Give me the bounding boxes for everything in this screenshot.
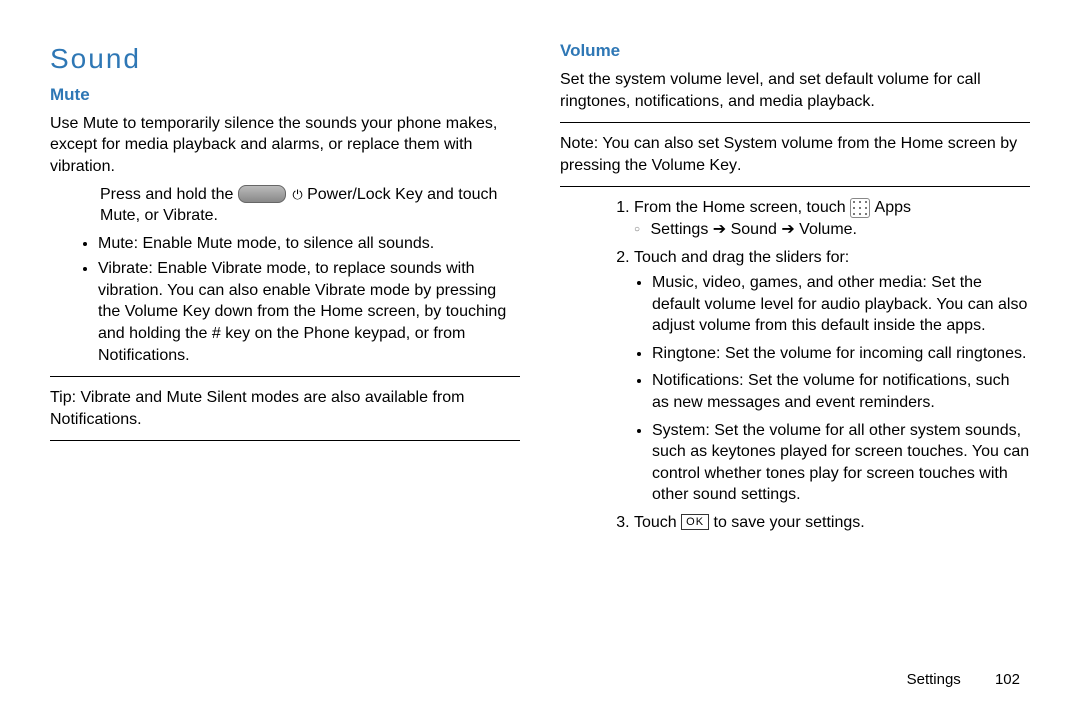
- section-heading-sound: Sound: [50, 40, 520, 78]
- page-footer: Settings 102: [907, 670, 1020, 690]
- tip-line: Tip: Vibrate and Mute Silent modes are a…: [50, 387, 520, 430]
- slider-notifications: Notifications: Set the volume for notifi…: [652, 370, 1030, 413]
- footer-section: Settings: [907, 671, 961, 688]
- power-icon: ⏻: [292, 186, 302, 204]
- footer-page-number: 102: [995, 671, 1020, 688]
- subsection-mute: Mute: [50, 84, 520, 107]
- step-1: From the Home screen, touch Apps ○ Setti…: [634, 197, 1030, 240]
- mute-intro: Use Mute to temporarily silence the soun…: [50, 113, 520, 178]
- mute-press-line: Press and hold the ⏻ Power/Lock Key and …: [50, 184, 520, 227]
- ok-button-label: OK: [681, 514, 709, 530]
- slider-media: Music, video, games, and other media: Se…: [652, 272, 1030, 337]
- slider-ringtone: Ringtone: Set the volume for incoming ca…: [652, 343, 1030, 365]
- mute-bullet-mute: Mute: Enable Mute mode, to silence all s…: [98, 233, 520, 255]
- step-2: Touch and drag the sliders for: Music, v…: [634, 247, 1030, 507]
- note-line: Note: You can also set System volume fro…: [560, 133, 1030, 176]
- volume-intro: Set the system volume level, and set def…: [560, 69, 1030, 112]
- divider: [50, 376, 520, 377]
- apps-icon: [850, 198, 870, 218]
- mute-bullet-vibrate: Vibrate: Enable Vibrate mode, to replace…: [98, 258, 520, 366]
- divider: [50, 440, 520, 441]
- power-lock-button-icon: [238, 185, 286, 203]
- step-3: Touch OK to save your settings.: [634, 512, 1030, 534]
- subsection-volume: Volume: [560, 40, 1030, 63]
- divider: [560, 186, 1030, 187]
- slider-system: System: Set the volume for all other sys…: [652, 420, 1030, 506]
- divider: [560, 122, 1030, 123]
- sub-bullet-icon: ○: [634, 224, 640, 235]
